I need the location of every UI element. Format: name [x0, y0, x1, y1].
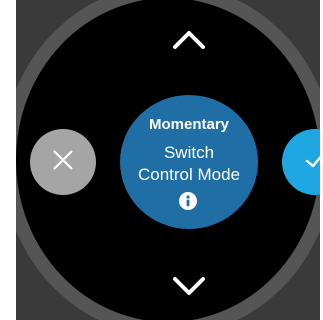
cancel-button[interactable]	[30, 129, 96, 195]
info-icon[interactable]	[179, 192, 197, 210]
close-icon	[51, 148, 75, 177]
mode-line-2: Control Mode	[137, 165, 241, 184]
mode-card[interactable]: Momentary Switch Control Mode	[120, 95, 258, 229]
scroll-up-button[interactable]	[164, 22, 214, 62]
scroll-down-button[interactable]	[164, 268, 214, 308]
mode-line-1: Switch	[163, 143, 215, 162]
chevron-down-icon	[171, 275, 207, 302]
check-icon	[303, 148, 320, 177]
chevron-up-icon	[171, 29, 207, 56]
watch-screen: Momentary Switch Control Mode	[0, 0, 323, 320]
watch-bezel: Momentary Switch Control Mode	[16, 0, 320, 320]
mode-title: Momentary	[148, 116, 230, 133]
